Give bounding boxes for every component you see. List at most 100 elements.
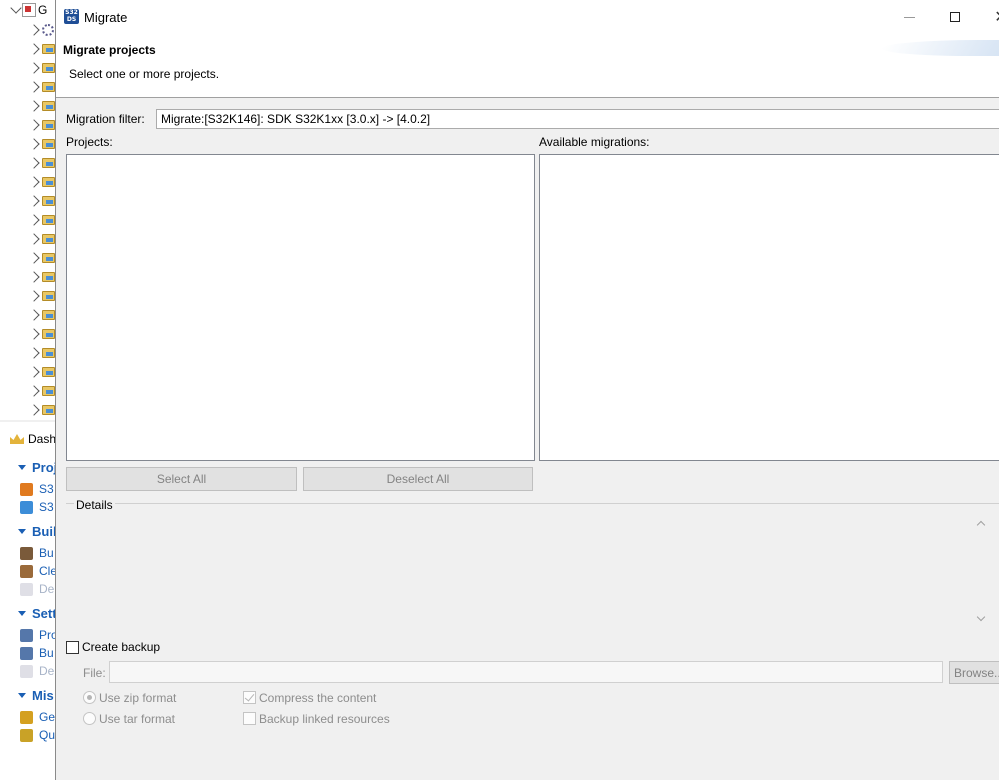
minimize-button[interactable]: [886, 0, 932, 34]
use-tar-label[interactable]: Use tar format: [99, 712, 175, 726]
select-all-button[interactable]: Select All: [66, 467, 297, 491]
projects-list[interactable]: [66, 154, 535, 461]
chevron-down-icon[interactable]: [10, 2, 22, 14]
create-backup-label[interactable]: Create backup: [82, 640, 160, 654]
folder-icon: [42, 405, 55, 415]
tree-item[interactable]: [28, 155, 55, 171]
tree-item[interactable]: [28, 231, 55, 247]
chevron-right-icon[interactable]: [28, 62, 40, 74]
tree-item[interactable]: [28, 212, 55, 228]
dashboard-item[interactable]: Qu: [20, 728, 55, 742]
dashboard-item[interactable]: Cle: [20, 564, 56, 578]
scroll-up-icon[interactable]: [976, 520, 986, 530]
scroll-down-icon[interactable]: [976, 612, 986, 622]
tree-item[interactable]: [28, 60, 55, 76]
dashboard-item[interactable]: Bu: [20, 546, 54, 560]
dashboard-item[interactable]: Ge: [20, 710, 55, 724]
dashboard-tab[interactable]: Dash: [10, 432, 56, 446]
tree-item[interactable]: [28, 307, 55, 323]
chevron-right-icon[interactable]: [28, 404, 40, 416]
tree-item[interactable]: [28, 174, 55, 190]
page-title: Migrate projects: [63, 43, 156, 57]
dashboard-item-label: De: [39, 664, 55, 678]
chevron-right-icon[interactable]: [28, 24, 40, 36]
tree-item[interactable]: [28, 326, 55, 342]
chevron-right-icon[interactable]: [28, 385, 40, 397]
triangle-down-icon: [18, 465, 26, 470]
dashboard-item[interactable]: Pro: [20, 628, 56, 642]
tree-item[interactable]: [28, 250, 55, 266]
chevron-right-icon[interactable]: [28, 252, 40, 264]
dashboard-item-icon: [20, 728, 33, 742]
dashboard-section-header[interactable]: Proj: [18, 460, 56, 475]
migration-filter-select[interactable]: Migrate:[S32K146]: SDK S32K1xx [3.0.x] -…: [156, 109, 999, 129]
triangle-down-icon: [18, 529, 26, 534]
tree-item[interactable]: [28, 402, 55, 418]
tree-item[interactable]: [28, 79, 55, 95]
dashboard-item-icon: [20, 646, 33, 660]
tree-item[interactable]: [28, 364, 55, 380]
chevron-right-icon[interactable]: [28, 81, 40, 93]
backup-file-input[interactable]: [109, 661, 943, 683]
folder-icon: [42, 120, 55, 130]
tree-item[interactable]: [28, 288, 55, 304]
tree-item[interactable]: [28, 383, 55, 399]
dashboard-item-label: Ge: [39, 710, 56, 724]
tree-item[interactable]: [28, 98, 55, 114]
chevron-right-icon[interactable]: [28, 366, 40, 378]
tree-item[interactable]: [28, 193, 55, 209]
dashboard-item[interactable]: Bu: [20, 646, 54, 660]
chevron-right-icon[interactable]: [28, 309, 40, 321]
tree-root-label: G: [38, 3, 48, 17]
deselect-all-button[interactable]: Deselect All: [303, 467, 533, 491]
details-scrollbar[interactable]: [973, 516, 993, 628]
triangle-down-icon: [18, 693, 26, 698]
backup-linked-resources-checkbox[interactable]: [243, 712, 256, 725]
backup-linked-resources-label[interactable]: Backup linked resources: [259, 712, 390, 726]
tree-item[interactable]: [28, 345, 55, 361]
dashboard-item[interactable]: S3: [20, 500, 54, 514]
chevron-right-icon[interactable]: [28, 119, 40, 131]
dashboard-item[interactable]: De: [20, 664, 54, 678]
chevron-right-icon[interactable]: [28, 347, 40, 359]
tree-item[interactable]: [28, 136, 55, 152]
create-backup-checkbox[interactable]: [66, 641, 79, 654]
tree-item[interactable]: [28, 22, 54, 38]
dashboard-item[interactable]: De: [20, 582, 54, 596]
chevron-right-icon[interactable]: [28, 195, 40, 207]
compress-content-checkbox[interactable]: [243, 691, 256, 704]
details-label: Details: [74, 498, 115, 512]
chevron-right-icon[interactable]: [28, 328, 40, 340]
folder-icon: [42, 234, 55, 244]
chevron-right-icon[interactable]: [28, 157, 40, 169]
app-icon-text-bottom: DS: [66, 16, 77, 23]
dashboard-section-header[interactable]: Buil: [18, 524, 56, 539]
use-zip-label[interactable]: Use zip format: [99, 691, 176, 705]
tree-root[interactable]: G: [10, 2, 48, 17]
chevron-right-icon[interactable]: [28, 271, 40, 283]
chevron-right-icon[interactable]: [28, 290, 40, 302]
tree-item[interactable]: [28, 269, 55, 285]
chevron-right-icon[interactable]: [28, 100, 40, 112]
tree-item[interactable]: [28, 41, 55, 57]
chevron-right-icon[interactable]: [28, 214, 40, 226]
browse-button[interactable]: Browse...: [949, 661, 999, 684]
maximize-button[interactable]: [932, 0, 978, 34]
dashboard-item-label: S3: [39, 482, 54, 496]
dashboard-section-header[interactable]: Mis: [18, 688, 54, 703]
chevron-right-icon[interactable]: [28, 176, 40, 188]
chevron-right-icon[interactable]: [28, 233, 40, 245]
dashboard-item-icon: [20, 710, 33, 724]
compress-content-label[interactable]: Compress the content: [259, 691, 376, 705]
close-button[interactable]: ✕: [978, 0, 999, 34]
chevron-right-icon[interactable]: [28, 43, 40, 55]
dashboard-item[interactable]: S3: [20, 482, 54, 496]
dashboard-section-header[interactable]: Sett: [18, 606, 56, 621]
use-tar-radio[interactable]: [83, 712, 96, 725]
available-migrations-list[interactable]: [539, 154, 999, 461]
use-zip-radio[interactable]: [83, 691, 96, 704]
chevron-right-icon[interactable]: [28, 138, 40, 150]
tree-item[interactable]: [28, 117, 55, 133]
project-explorer-tree: G: [0, 0, 56, 420]
dashboard-item-label: De: [39, 582, 55, 596]
